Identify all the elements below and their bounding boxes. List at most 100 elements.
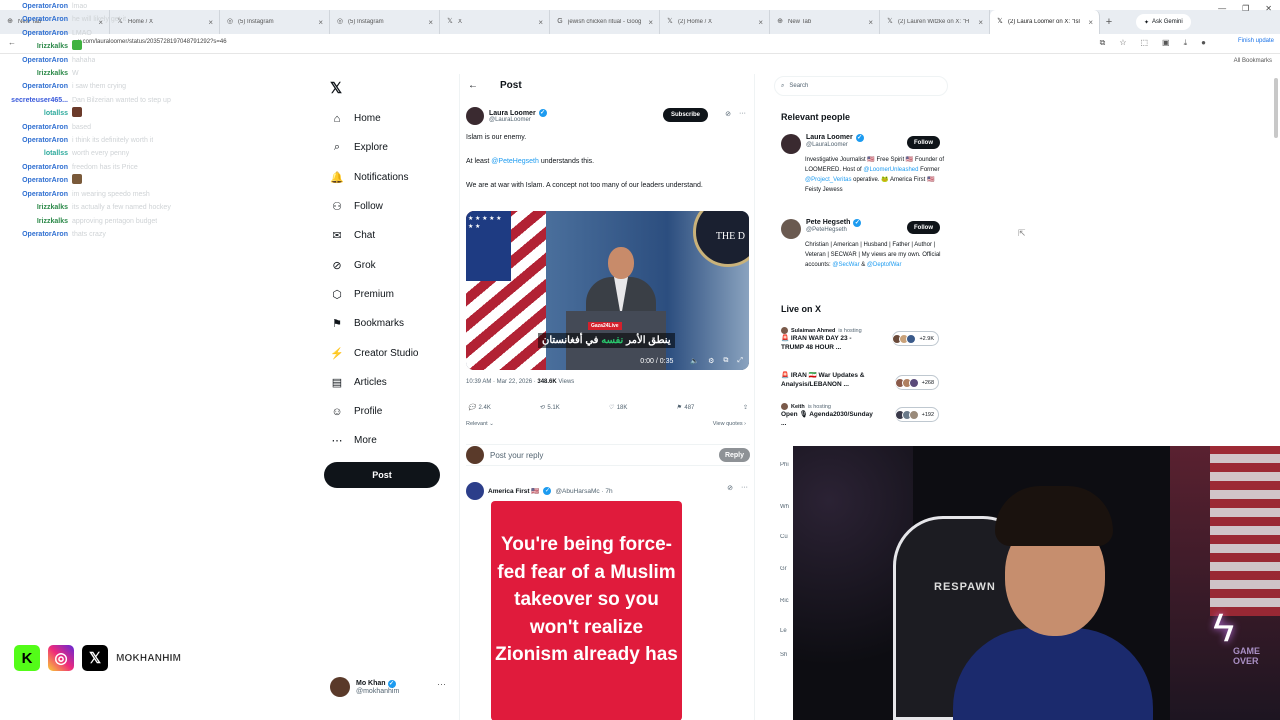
nav-item-creator-studio[interactable]: ⚡ Creator Studio	[330, 338, 460, 367]
close-tab-icon[interactable]: ×	[318, 18, 323, 27]
new-tab-icon[interactable]: +	[1100, 16, 1118, 28]
avatar[interactable]	[781, 219, 801, 239]
person-name[interactable]: Pete Hegseth ✓	[806, 219, 862, 227]
nav-item-chat[interactable]: ✉ Chat	[330, 221, 460, 250]
finish-update-button[interactable]: Finish update	[1238, 38, 1274, 44]
chat-username[interactable]: lotallss	[4, 107, 72, 120]
close-tab-icon[interactable]: ×	[1088, 18, 1093, 27]
grok-icon[interactable]: ⊘	[727, 484, 733, 492]
browser-tab[interactable]: ◎ (5) Instagram ×	[220, 10, 330, 34]
nav-item-notifications[interactable]: 🔔 Notifications	[330, 163, 460, 192]
live-space[interactable]: Keith is hosting Open 🎙 Agenda2030/Sunday …	[781, 403, 941, 428]
bookmark-action[interactable]: ⚑ 487	[676, 404, 694, 412]
profile-icon[interactable]: ●	[1201, 38, 1206, 48]
x-logo-icon[interactable]: 𝕏	[330, 79, 342, 97]
chat-username[interactable]: OperatorAron	[4, 27, 72, 40]
reply-image-card[interactable]: You're being force-fed fear of a Muslim …	[491, 501, 682, 720]
browser-tab[interactable]: 𝕏 (2) Laura Loomer on X: "Isl ×	[990, 10, 1100, 34]
extensions-icon[interactable]: ⬚	[1140, 38, 1148, 48]
nav-item-grok[interactable]: ⊘ Grok	[330, 250, 460, 279]
nav-item-bookmarks[interactable]: ⚑ Bookmarks	[330, 309, 460, 338]
chat-username[interactable]: OperatorAron	[4, 228, 72, 241]
close-tab-icon[interactable]: ×	[648, 18, 653, 27]
back-arrow-icon[interactable]: ←	[468, 80, 478, 91]
nav-item-premium[interactable]: ⬡ Premium	[330, 280, 460, 309]
chat-username[interactable]: secreteuser465...	[4, 94, 72, 107]
grok-icon[interactable]: ⊘	[725, 110, 731, 118]
restore-icon[interactable]: ❐	[1242, 4, 1249, 13]
browser-tab[interactable]: 𝕏 (2) Lauren Witzke on X: "H ×	[880, 10, 990, 34]
mention-link[interactable]: @PeteHegseth	[491, 158, 539, 165]
live-space[interactable]: Sulaiman Ahmed is hosting 🚨 IRAN WAR DAY 2…	[781, 327, 941, 352]
chat-username[interactable]: OperatorAron	[4, 54, 72, 67]
live-listeners[interactable]: +2.9K	[892, 331, 939, 346]
author-name[interactable]: Laura Loomer ✓	[489, 109, 547, 117]
nav-item-articles[interactable]: ▤ Articles	[330, 368, 460, 397]
repost-action[interactable]: ⟲ 5.1K	[539, 404, 559, 412]
follow-button[interactable]: Follow	[907, 221, 940, 234]
close-tab-icon[interactable]: ×	[758, 18, 763, 27]
avatar[interactable]	[781, 134, 801, 154]
live-listeners[interactable]: +268	[894, 375, 939, 390]
browser-tab[interactable]: ◎ (5) Instagram ×	[330, 10, 440, 34]
live-space[interactable]: 🚨 IRAN 🇮🇷 War Updates & Analysis/LEBANON…	[781, 371, 941, 390]
view-quotes-link[interactable]: View quotes ›	[713, 421, 746, 427]
video-player[interactable]: THE D Gaza24Live ينطق الأمر نفسه في أفغا…	[466, 211, 749, 370]
bio-link[interactable]: @Project_Veritas	[805, 177, 851, 183]
nav-item-profile[interactable]: ☺ Profile	[330, 397, 460, 426]
share-icon[interactable]: ⇪	[743, 404, 748, 411]
person-handle[interactable]: @LauraLoomer	[806, 142, 864, 148]
reply-author-name[interactable]: America First 🇺🇸	[488, 487, 539, 495]
search-input[interactable]: ⌕ Search	[774, 76, 948, 96]
more-icon[interactable]: ···	[739, 110, 746, 118]
follow-button[interactable]: Follow	[907, 136, 940, 149]
close-window-icon[interactable]: ✕	[1265, 4, 1272, 13]
reply-tweet[interactable]: America First 🇺🇸 ✓ @AbuHarsaMc · 7h ⊘ ··…	[466, 482, 750, 720]
browser-tab[interactable]: ⊕ New Tab ×	[770, 10, 880, 34]
chat-username[interactable]: OperatorAron	[4, 161, 72, 174]
play-icon[interactable]: ▶	[472, 357, 477, 365]
person-handle[interactable]: @PeteHegseth	[806, 227, 861, 233]
reply-button[interactable]: Reply	[718, 448, 750, 462]
minimize-icon[interactable]: —	[1218, 4, 1226, 13]
reply-author-handle[interactable]: @AbuHarsaMc · 7h	[555, 488, 612, 495]
close-tab-icon[interactable]: ×	[978, 18, 983, 27]
bio-link[interactable]: @DeptofWar	[867, 262, 902, 268]
volume-icon[interactable]: 🔈	[690, 357, 699, 365]
bio-link[interactable]: @SecWar	[832, 262, 859, 268]
author-handle[interactable]: @LauraLoomer	[489, 117, 547, 123]
avatar[interactable]	[466, 482, 484, 500]
chat-username[interactable]: OperatorAron	[4, 80, 72, 93]
nav-item-home[interactable]: ⌂ Home	[330, 104, 460, 133]
reply-action[interactable]: 💬 2.4K	[468, 404, 491, 412]
nav-item-more[interactable]: ⋯ More	[330, 426, 460, 455]
chat-username[interactable]: lotallss	[4, 147, 72, 160]
all-bookmarks[interactable]: All Bookmarks	[1234, 58, 1272, 64]
nav-item-follow[interactable]: ⚇ Follow	[330, 192, 460, 221]
reply-input[interactable]: Post your reply	[490, 451, 713, 460]
nav-item-explore[interactable]: ⌕ Explore	[330, 133, 460, 162]
person-name[interactable]: Laura Loomer ✓	[806, 134, 864, 142]
chat-username[interactable]: Irizzkalks	[4, 40, 72, 53]
browser-tab[interactable]: Gjewish chicken ritual - Goog ×	[550, 10, 660, 34]
sort-replies[interactable]: Relevant ⌄	[466, 421, 494, 427]
bio-link[interactable]: @LoomerUnleashed	[863, 167, 918, 173]
pip-icon[interactable]: ⧉	[723, 357, 728, 365]
star-icon[interactable]: ☆	[1119, 38, 1126, 48]
chat-username[interactable]: Irizzkalks	[4, 215, 72, 228]
like-action[interactable]: ♡ 18K	[608, 404, 627, 412]
chat-username[interactable]: OperatorAron	[4, 13, 72, 26]
fullscreen-icon[interactable]: ⤢	[737, 357, 743, 365]
close-tab-icon[interactable]: ×	[538, 18, 543, 27]
install-icon[interactable]: ⧉	[1100, 38, 1106, 48]
close-tab-icon[interactable]: ×	[208, 18, 213, 27]
chat-username[interactable]: Irizzkalks	[4, 201, 72, 214]
chat-username[interactable]: OperatorAron	[4, 0, 72, 13]
scrollbar[interactable]	[1274, 78, 1278, 138]
settings-icon[interactable]: ⚙	[708, 357, 714, 365]
close-tab-icon[interactable]: ×	[428, 18, 433, 27]
account-switcher[interactable]: Mo Khan ✓ @mokhanhim ···	[330, 675, 450, 699]
more-icon[interactable]: ···	[437, 679, 446, 689]
chat-username[interactable]: OperatorAron	[4, 134, 72, 147]
post-button[interactable]: Post	[324, 462, 440, 488]
